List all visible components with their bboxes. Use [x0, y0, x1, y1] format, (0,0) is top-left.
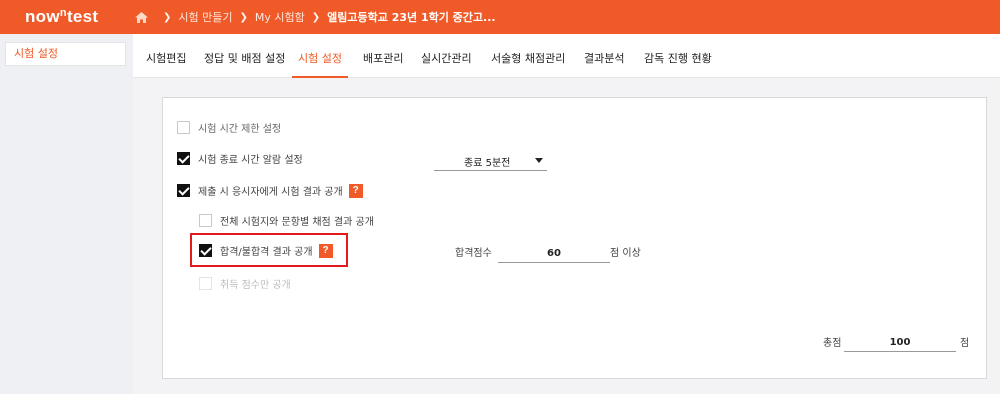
chevron-right-icon: ❯: [311, 11, 321, 23]
alarm-time-value: 종료 5분전: [464, 158, 511, 169]
full-result-checkbox[interactable]: [199, 214, 212, 227]
tab-exam-settings[interactable]: 시험 설정: [292, 34, 348, 78]
tab-bar: 시험편집 정답 및 배점 설정 시험 설정 배포관리 실시간관리 서술형 채점관…: [133, 34, 1000, 78]
score-only-row: 취득 점수만 공개: [199, 276, 291, 291]
chevron-right-icon: ❯: [163, 11, 172, 23]
score-only-label: 취득 점수만 공개: [220, 280, 291, 291]
pass-fail-checkbox[interactable]: [199, 244, 212, 257]
chevron-right-icon: ❯: [239, 11, 248, 23]
caret-down-icon: [535, 158, 543, 163]
logo-text-main: now: [25, 7, 60, 26]
full-result-label: 전체 시험지와 문항별 채점 결과 공개: [220, 217, 374, 228]
logo-text-tail: test: [66, 7, 99, 26]
end-alarm-checkbox[interactable]: [177, 152, 190, 165]
total-score-suffix: 점: [960, 338, 970, 349]
top-navigation-bar: nowntest ❯ 시험 만들기 ❯ My 시험함 ❯ 엘림고등학교 23년 …: [0, 0, 1000, 34]
nowntest-logo[interactable]: nowntest: [0, 7, 120, 27]
end-alarm-label: 시험 종료 시간 알람 설정: [198, 155, 303, 166]
tab-realtime[interactable]: 실시간관리: [421, 34, 472, 78]
tab-distribution[interactable]: 배포관리: [363, 34, 403, 78]
time-limit-checkbox[interactable]: [177, 121, 190, 134]
pass-fail-row: 합격/불합격 결과 공개 ?: [199, 243, 333, 258]
score-only-checkbox: [199, 277, 212, 290]
show-result-label: 제출 시 응시자에게 시험 결과 공개: [198, 187, 343, 198]
tab-essay-grading[interactable]: 서술형 채점관리: [491, 34, 565, 78]
pass-score-label: 합격점수: [455, 248, 492, 259]
tab-exam-edit[interactable]: 시험편집: [146, 34, 186, 78]
breadcrumb-item-create-exam[interactable]: 시험 만들기: [178, 9, 232, 25]
pass-fail-label: 합격/불합격 결과 공개: [220, 247, 313, 258]
pass-score-input[interactable]: 60: [498, 242, 610, 263]
total-score-label: 총점: [823, 338, 842, 349]
pass-score-suffix: 점 이상: [610, 248, 641, 259]
full-result-row: 전체 시험지와 문항별 채점 결과 공개: [199, 213, 374, 228]
sidebar: 시험 설정: [0, 34, 133, 394]
alarm-time-select[interactable]: 종료 5분전: [434, 150, 547, 171]
tab-answers-scoring[interactable]: 정답 및 배점 설정: [204, 34, 285, 78]
breadcrumb-item-current-exam: 엘림고등학교 23년 1학기 중간고...: [327, 11, 496, 24]
end-alarm-row: 시험 종료 시간 알람 설정: [177, 151, 303, 166]
breadcrumb: ❯ 시험 만들기 ❯ My 시험함 ❯ 엘림고등학교 23년 1학기 중간고..…: [120, 9, 496, 25]
time-limit-row: 시험 시간 제한 설정: [177, 120, 281, 135]
home-icon[interactable]: [135, 11, 148, 23]
breadcrumb-item-my-exams[interactable]: My 시험함: [255, 9, 305, 25]
time-limit-label: 시험 시간 제한 설정: [198, 124, 282, 135]
show-result-row: 제출 시 응시자에게 시험 결과 공개 ?: [177, 183, 363, 198]
total-score-input[interactable]: 100: [844, 331, 956, 352]
tab-proctor-status[interactable]: 감독 진행 현황: [644, 34, 712, 78]
show-result-checkbox[interactable]: [177, 184, 190, 197]
help-icon[interactable]: ?: [318, 243, 333, 258]
help-icon[interactable]: ?: [348, 183, 363, 198]
sidebar-item-exam-settings[interactable]: 시험 설정: [5, 42, 126, 66]
logo-text-superscript: n: [59, 7, 67, 19]
tab-result-analysis[interactable]: 결과분석: [584, 34, 624, 78]
